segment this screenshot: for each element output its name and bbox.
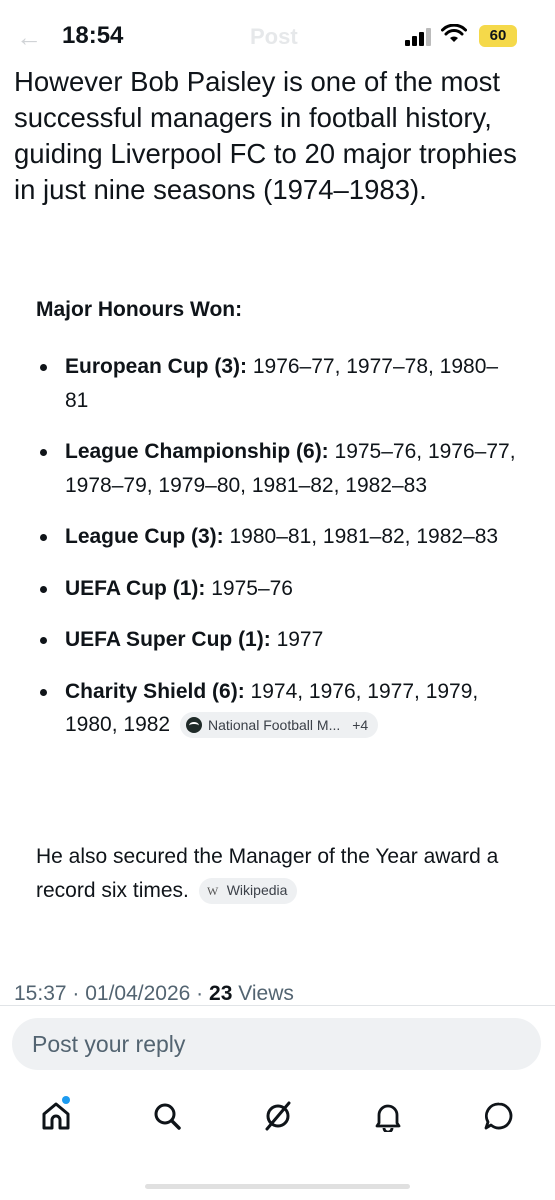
back-arrow-icon[interactable]: ← [16,22,42,53]
grok-icon[interactable] [262,1100,294,1132]
honour-name: UEFA Cup (1): [65,576,206,600]
honour-name: European Cup (3): [65,355,247,378]
post-meta: 15:37 · 01/04/2026 · 23 Views [14,982,294,1005]
message-icon[interactable] [483,1100,515,1132]
honour-years: 1977 [270,628,324,651]
home-indicator [145,1184,410,1189]
list-item: League Cup (3): 1980–81, 1981–82, 1982–8… [36,520,516,554]
clock: 18:54 [62,22,124,49]
source-chip-more: +4 [352,716,369,733]
honour-name: League Cup (3): [65,525,224,548]
wikipedia-chip[interactable]: W Wikipedia [198,877,298,904]
cellular-signal-icon [405,28,433,46]
list-item: Charity Shield (6): 1974, 1976, 1977, 19… [36,675,516,742]
status-bar: ← Post 18:54 60 [0,0,555,66]
list-item: European Cup (3): 1976–77, 1977–78, 1980… [36,350,516,417]
wifi-icon [441,24,467,42]
views-label: Views [238,982,294,1005]
honour-name: UEFA Super Cup (1): [65,628,271,651]
honours-list: European Cup (3): 1976–77, 1977–78, 1980… [36,350,516,760]
source-chip-label: National Football M... [207,716,341,733]
honour-years: 1975–76 [205,576,293,600]
reply-input[interactable]: Post your reply [12,1018,541,1070]
home-icon[interactable] [40,1096,72,1132]
source-chip[interactable]: National Football M... +4 [179,712,379,739]
post-content: However Bob Paisley is one of the most s… [0,60,555,1015]
header-title: Post [250,24,298,49]
divider [0,1005,555,1006]
list-item: UEFA Super Cup (1): 1977 [36,623,516,657]
list-item: League Championship (6): 1975–76, 1976–7… [36,435,516,502]
wikipedia-icon: W [207,883,219,898]
source-logo-icon [185,717,202,734]
views-count: 23 [209,982,233,1005]
post-outro: He also secured the Manager of the Year … [36,840,516,907]
honours-heading: Major Honours Won: [36,298,243,321]
post-date: 01/04/2026 [85,982,191,1005]
wikipedia-chip-label: Wikipedia [226,882,288,899]
bell-icon[interactable] [372,1100,404,1134]
search-icon[interactable] [151,1100,183,1132]
post-time: 15:37 [14,982,67,1005]
honour-name: League Championship (6): [65,440,329,463]
battery-icon: 60 [479,25,517,47]
honour-years: 1980–81, 1981–82, 1982–83 [223,525,499,548]
notification-dot [62,1096,70,1104]
post-intro: However Bob Paisley is one of the most s… [14,66,517,205]
honour-name: Charity Shield (6): [65,679,245,703]
bottom-tab-bar [0,1090,555,1150]
list-item: UEFA Cup (1): 1975–76 [36,572,516,606]
